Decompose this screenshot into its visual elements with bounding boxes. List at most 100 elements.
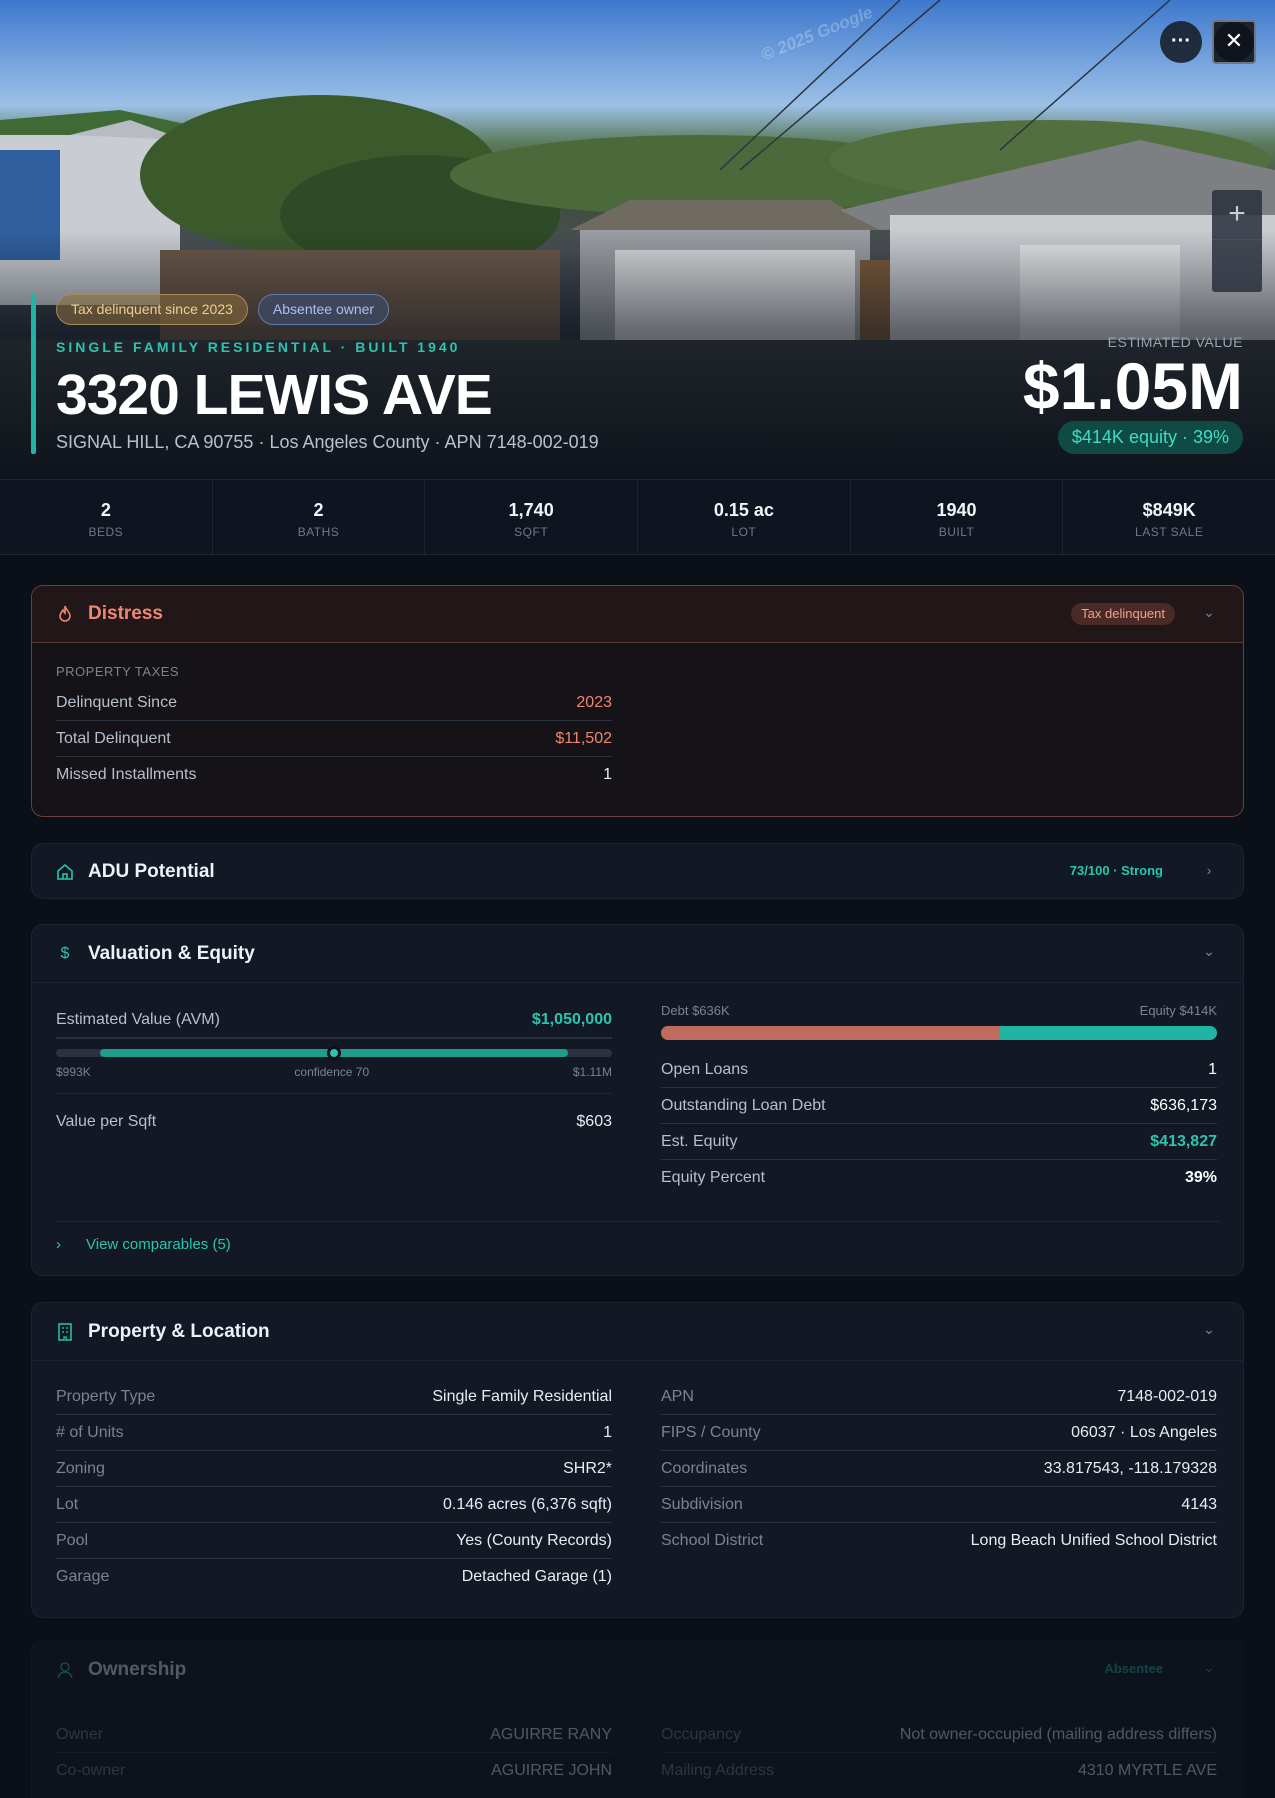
avm-value: $1,050,000 <box>531 1011 612 1028</box>
stat-built: 1940 BUILT <box>851 480 1064 554</box>
row-key: Est. Equity <box>661 1132 738 1150</box>
loan-row: Outstanding Loan Debt $636,173 <box>661 1088 1217 1124</box>
row-value: 7148-002-019 <box>1117 1387 1217 1405</box>
home-icon <box>56 863 74 881</box>
chevron-right-icon[interactable]: › <box>1201 862 1217 878</box>
detail-row: Zoning SHR2* <box>56 1451 612 1487</box>
avm-column: Estimated Value (AVM) $1,050,000 $993K c… <box>56 1003 612 1149</box>
property-taxes-section: PROPERTY TAXES Delinquent Since 2023 Tota… <box>56 664 612 793</box>
detail-row: Property Type Single Family Residential <box>56 1379 612 1415</box>
property-header[interactable]: Property & Location ⌄ <box>32 1303 1243 1361</box>
detail-row: Garage Detached Garage (1) <box>56 1559 612 1595</box>
avm-row: Estimated Value (AVM) $1,050,000 <box>56 1003 612 1039</box>
debt-equity-column: Debt $636K Equity $414K Open Loans 1 Outs… <box>661 1003 1217 1196</box>
view-comparables-link[interactable]: › View comparables (5) <box>56 1221 1220 1253</box>
stat-label: BATHS <box>297 525 340 539</box>
row-value: 1 <box>603 766 612 783</box>
chevron-down-icon[interactable]: ⌄ <box>1201 943 1217 959</box>
close-icon: ✕ <box>1214 22 1254 62</box>
valuation-header[interactable]: $ Valuation & Equity ⌄ <box>32 925 1243 983</box>
adu-potential-card[interactable]: ADU Potential 73/100 · Strong › <box>31 843 1244 899</box>
detail-row: Coordinates 33.817543, -118.179328 <box>661 1451 1217 1487</box>
distress-title: Distress <box>88 603 163 624</box>
property-taxes-label: PROPERTY TAXES <box>56 664 180 679</box>
equity-label: Equity $414K <box>1139 1003 1217 1018</box>
row-key: Lot <box>56 1495 79 1513</box>
ownership-right-column: Occupancy Not owner-occupied (mailing add… <box>661 1717 1217 1789</box>
detail-row: APN 7148-002-019 <box>661 1379 1217 1415</box>
stat-baths: 2 BATHS <box>213 480 426 554</box>
building-icon <box>56 1322 74 1341</box>
row-value: 39% <box>1184 1169 1217 1186</box>
row-key: Mailing Address <box>661 1762 774 1779</box>
chevron-down-icon[interactable]: ⌄ <box>1201 604 1217 620</box>
row-value: $413,827 <box>1150 1132 1217 1150</box>
distress-header[interactable]: Distress Tax delinquent ⌄ <box>32 586 1243 643</box>
estimated-value: $1.05M <box>1022 349 1243 423</box>
row-value: 1 <box>603 1423 612 1441</box>
row-value: 4310 MYRTLE AVE <box>1077 1762 1217 1779</box>
row-value: 06037 · Los Angeles <box>1071 1423 1217 1441</box>
ownership-title: Ownership <box>88 1658 187 1680</box>
row-key: Garage <box>56 1568 110 1585</box>
stat-last-sale: $849K LAST SALE <box>1063 480 1275 554</box>
stat-beds: 2 BEDS <box>0 480 213 554</box>
zoom-out-button[interactable] <box>1212 240 1262 290</box>
row-key: Occupancy <box>661 1725 742 1743</box>
stat-label: LAST SALE <box>1135 525 1204 539</box>
row-key: Open Loans <box>661 1060 749 1078</box>
row-value: 33.817543, -118.179328 <box>1043 1459 1217 1477</box>
close-button[interactable]: ✕ <box>1212 20 1256 64</box>
loan-row: Est. Equity $413,827 <box>661 1124 1217 1160</box>
row-value: 4143 <box>1181 1495 1217 1513</box>
row-key: Total Delinquent <box>56 729 171 747</box>
row-value: SHR2* <box>563 1459 612 1477</box>
ownership-left-column: Owner AGUIRRE RANY Co-owner AGUIRRE JOHN <box>56 1717 612 1789</box>
row-key: Value per Sqft <box>56 1112 157 1130</box>
chevron-down-icon[interactable]: ⌄ <box>1201 1321 1217 1337</box>
stat-value: 0.15 ac <box>713 500 774 520</box>
row-value: Detached Garage (1) <box>461 1568 612 1585</box>
row-value: $11,502 <box>555 729 612 747</box>
tax-row: Delinquent Since 2023 <box>56 685 612 721</box>
loan-row: Equity Percent 39% <box>661 1160 1217 1196</box>
property-type-label: SINGLE FAMILY RESIDENTIAL · BUILT 1940 <box>56 339 461 355</box>
chevron-down-icon[interactable]: ⌄ <box>1201 1659 1217 1675</box>
ownership-header[interactable]: Ownership Absentee ⌄ <box>32 1641 1243 1699</box>
row-value: Not owner-occupied (mailing address diff… <box>899 1725 1217 1743</box>
row-value: AGUIRRE JOHN <box>491 1762 612 1779</box>
adu-title: ADU Potential <box>88 861 215 882</box>
zoom-in-button[interactable]: + <box>1212 190 1262 240</box>
detail-row: Subdivision 4143 <box>661 1487 1217 1523</box>
confidence-label: confidence 70 <box>294 1065 370 1079</box>
tax-row: Total Delinquent $11,502 <box>56 721 612 757</box>
property-title: Property & Location <box>88 1320 270 1342</box>
tax-delinquent-badge: Tax delinquent since 2023 <box>56 294 248 325</box>
valuation-equity-card: $ Valuation & Equity ⌄ Estimated Value (… <box>31 924 1244 1276</box>
detail-row: FIPS / County 06037 · Los Angeles <box>661 1415 1217 1451</box>
hero-badges: Tax delinquent since 2023 Absentee owner <box>56 294 390 325</box>
adu-header[interactable]: ADU Potential 73/100 · Strong › <box>32 844 1243 898</box>
property-left-column: Property Type Single Family Residential #… <box>56 1379 612 1595</box>
row-key: Pool <box>56 1531 89 1549</box>
row-key: Missed Installments <box>56 766 197 783</box>
value-per-sqft-row: Value per Sqft $603 <box>56 1093 612 1149</box>
distress-tag: Tax delinquent <box>1071 603 1175 625</box>
more-options-button[interactable]: ··· <box>1160 21 1202 63</box>
row-key: Equity Percent <box>661 1169 766 1186</box>
property-right-column: APN 7148-002-019 FIPS / County 06037 · Los… <box>661 1379 1217 1559</box>
dollar-icon: $ <box>60 944 70 962</box>
user-icon <box>56 1661 74 1679</box>
stat-value: 2 <box>100 500 111 520</box>
detail-row: Lot 0.146 acres (6,376 sqft) <box>56 1487 612 1523</box>
stat-value: 1940 <box>936 500 977 520</box>
map-zoom-control: + <box>1212 190 1262 292</box>
valuation-title: Valuation & Equity <box>88 942 255 964</box>
detail-row: # of Units 1 <box>56 1415 612 1451</box>
row-value: 1 <box>1208 1060 1217 1078</box>
row-key: Coordinates <box>661 1459 748 1477</box>
stat-label: SQFT <box>514 525 549 539</box>
detail-row: Mailing Address 4310 MYRTLE AVE <box>661 1753 1217 1789</box>
adu-score: 73/100 · Strong <box>1069 863 1163 878</box>
property-stats-bar: 2 BEDS 2 BATHS 1,740 SQFT 0.15 ac LOT 1940 BU… <box>0 479 1275 555</box>
